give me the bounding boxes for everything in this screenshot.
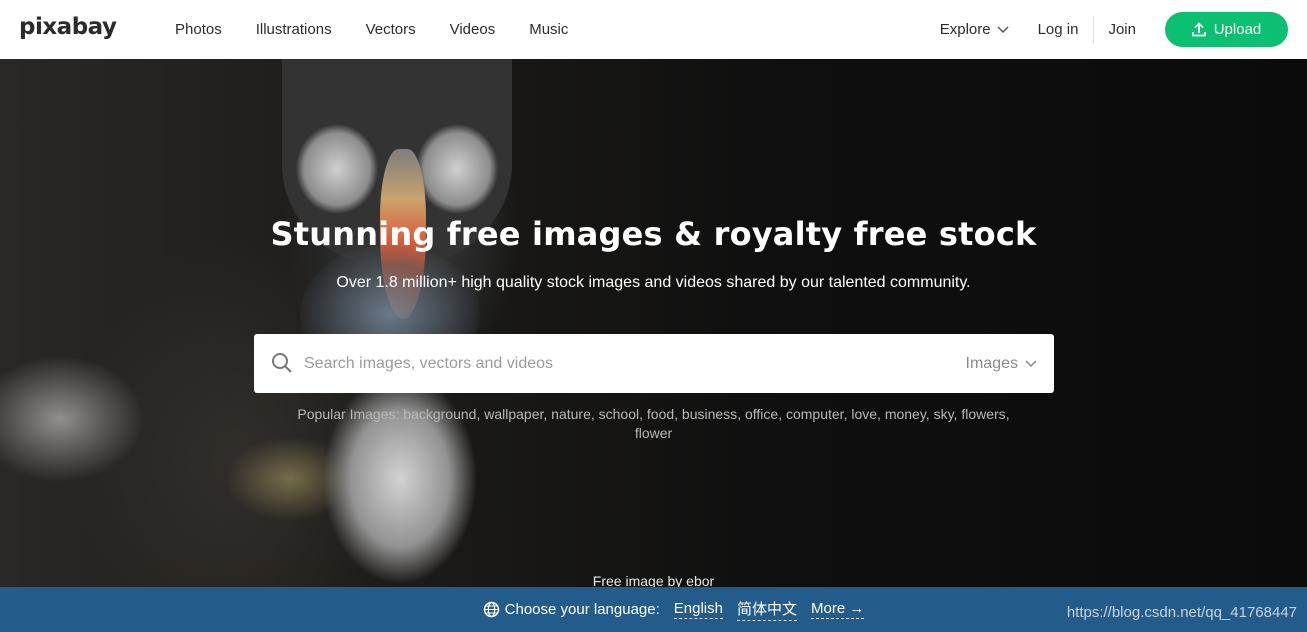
join-link[interactable]: Join <box>1108 21 1136 38</box>
popular-tag[interactable]: flower <box>635 425 672 441</box>
header-actions: Explore Log in Join Upload <box>940 0 1288 59</box>
popular-tag[interactable]: office <box>745 406 778 422</box>
language-label: Choose your language: <box>483 601 660 618</box>
language-more[interactable]: More → <box>811 600 865 619</box>
upload-button[interactable]: Upload <box>1165 12 1288 47</box>
chevron-down-icon <box>1025 359 1037 367</box>
popular-tag[interactable]: computer <box>786 406 844 422</box>
popular-tag[interactable]: nature <box>551 406 591 422</box>
top-navbar: pixabay Photos Illustrations Vectors Vid… <box>0 0 1307 59</box>
nav-photos[interactable]: Photos <box>158 21 239 38</box>
language-options: Choose your language: English 简体中文 More … <box>483 598 865 621</box>
search-type-select[interactable]: Images <box>966 334 1037 393</box>
search-input[interactable] <box>304 334 944 393</box>
divider <box>1093 15 1095 44</box>
nav-music[interactable]: Music <box>512 21 585 38</box>
popular-searches: Popular Images: background, wallpaper, n… <box>297 406 1010 441</box>
main-nav: Photos Illustrations Vectors Videos Musi… <box>158 0 585 59</box>
popular-tag[interactable]: love <box>851 406 877 422</box>
pixabay-logo[interactable]: pixabay <box>19 14 117 40</box>
chevron-down-icon <box>997 25 1009 33</box>
hero-section: Stunning free images & royalty free stoc… <box>0 59 1307 587</box>
popular-tag[interactable]: food <box>647 406 674 422</box>
popular-tag[interactable]: background <box>403 406 476 422</box>
hero-title: Stunning free images & royalty free stoc… <box>270 215 1037 253</box>
watermark-text: https://blog.csdn.net/qq_41768447 <box>1066 604 1297 621</box>
search-bar: Images <box>254 334 1054 393</box>
language-label-text: Choose your language: <box>504 601 660 618</box>
nav-vectors[interactable]: Vectors <box>349 21 433 38</box>
search-icon[interactable] <box>271 352 293 374</box>
search-type-label: Images <box>965 354 1018 372</box>
login-link[interactable]: Log in <box>1038 21 1079 38</box>
popular-tag[interactable]: wallpaper <box>484 406 543 422</box>
nav-videos[interactable]: Videos <box>433 21 513 38</box>
explore-menu[interactable]: Explore <box>940 21 1009 38</box>
popular-tag[interactable]: flowers <box>961 406 1005 422</box>
upload-label: Upload <box>1213 21 1262 38</box>
globe-icon <box>483 601 499 618</box>
nav-illustrations[interactable]: Illustrations <box>239 21 349 38</box>
hero-subtitle: Over 1.8 million+ high quality stock ima… <box>336 274 971 291</box>
popular-tag[interactable]: money <box>885 406 926 422</box>
upload-icon <box>1191 22 1206 37</box>
language-english[interactable]: English <box>673 600 723 619</box>
popular-label: Popular Images: <box>297 406 400 422</box>
image-credit[interactable]: Free image by ebor <box>0 573 1307 587</box>
language-bar: Choose your language: English 简体中文 More … <box>0 587 1307 632</box>
popular-tag[interactable]: sky <box>934 406 954 422</box>
language-chinese[interactable]: 简体中文 <box>736 598 797 621</box>
popular-tag[interactable]: school <box>599 406 639 422</box>
popular-tag[interactable]: business <box>682 406 737 422</box>
explore-label: Explore <box>939 21 991 38</box>
